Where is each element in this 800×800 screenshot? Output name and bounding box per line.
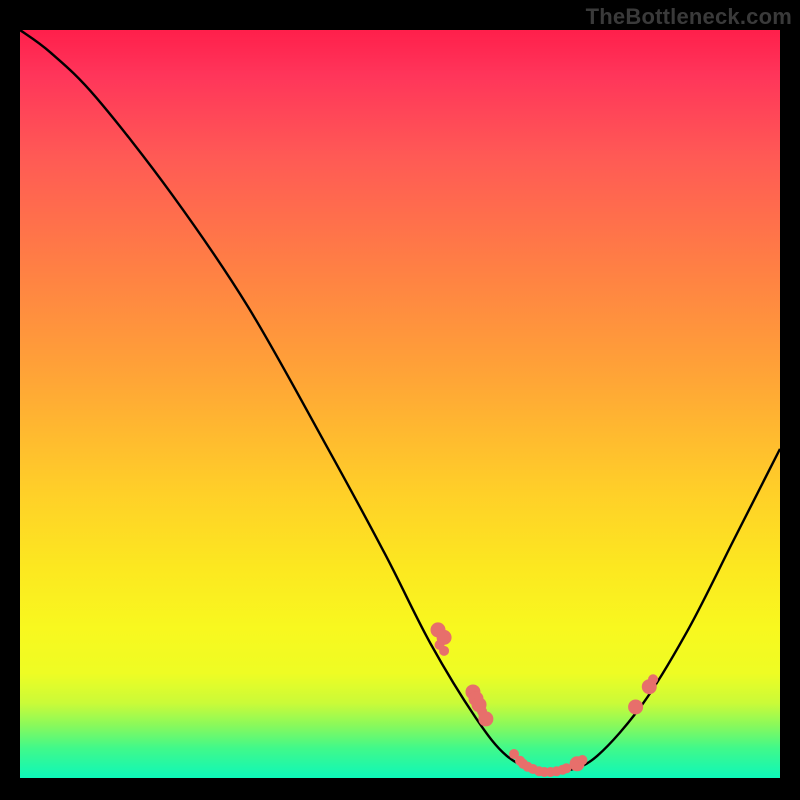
bottleneck-curve bbox=[20, 30, 780, 772]
plot-area bbox=[20, 30, 780, 778]
chart-svg bbox=[20, 30, 780, 778]
data-point bbox=[479, 710, 489, 720]
data-point bbox=[577, 755, 587, 765]
attribution-label: TheBottleneck.com bbox=[586, 4, 792, 30]
data-point bbox=[628, 699, 643, 714]
data-point bbox=[435, 640, 445, 650]
chart-container: TheBottleneck.com bbox=[0, 0, 800, 800]
data-point bbox=[648, 674, 658, 684]
